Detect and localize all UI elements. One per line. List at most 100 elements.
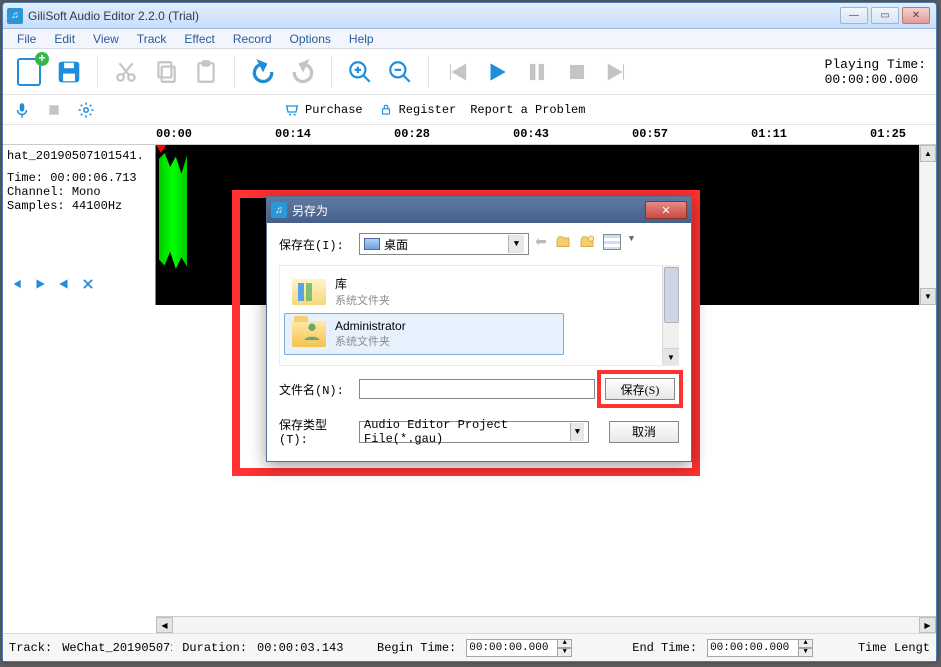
separator xyxy=(234,56,235,88)
menu-file[interactable]: File xyxy=(9,30,44,48)
menu-track[interactable]: Track xyxy=(129,30,175,48)
horizontal-scrollbar[interactable]: ◀ ▶ xyxy=(156,616,936,633)
track-back-button[interactable] xyxy=(55,275,73,293)
track-channel: Channel: Mono xyxy=(7,185,151,199)
save-button[interactable]: 保存(S) xyxy=(605,378,675,400)
cancel-button[interactable]: 取消 xyxy=(609,421,679,443)
ruler-tick: 01:25 xyxy=(870,127,906,141)
app-icon: ♫ xyxy=(7,8,23,24)
register-link[interactable]: Register xyxy=(377,101,457,119)
track-info-panel: hat_20190507101541. Time: 00:00:06.713 C… xyxy=(3,145,156,305)
menu-record[interactable]: Record xyxy=(225,30,280,48)
scroll-up-icon[interactable]: ▲ xyxy=(920,145,936,162)
save-in-select[interactable]: 桌面 ▼ xyxy=(359,233,529,255)
scroll-track[interactable] xyxy=(920,162,936,288)
dialog-title: 另存为 xyxy=(292,202,328,219)
filetype-select[interactable]: Audio Editor Project File(*.gau) ▼ xyxy=(359,421,589,443)
separator xyxy=(331,56,332,88)
playing-time: Playing Time: 00:00:00.000 xyxy=(825,57,926,87)
paste-button[interactable] xyxy=(190,56,222,88)
nav-newfolder-icon[interactable] xyxy=(579,234,595,255)
scroll-thumb[interactable] xyxy=(664,267,679,323)
separator xyxy=(97,56,98,88)
file-list[interactable]: 库 系统文件夹 Administrator 系统文件夹 ▼ xyxy=(279,265,679,366)
pause-button[interactable] xyxy=(521,56,553,88)
end-time-field[interactable] xyxy=(707,639,799,657)
end-time-input[interactable]: ▲▼ xyxy=(707,639,813,657)
library-icon xyxy=(292,279,326,305)
time-ruler[interactable]: 00:00 00:14 00:28 00:43 00:57 01:11 01:2… xyxy=(3,125,936,145)
menubar: File Edit View Track Effect Record Optio… xyxy=(3,29,936,49)
view-chevron-icon[interactable]: ▼ xyxy=(629,234,634,255)
stop-button[interactable] xyxy=(561,56,593,88)
purchase-link[interactable]: Purchase xyxy=(283,101,363,119)
track-delete-button[interactable] xyxy=(79,275,97,293)
status-begin-label: Begin Time: xyxy=(377,641,456,655)
view-mode-icon[interactable] xyxy=(603,234,621,250)
cut-button[interactable] xyxy=(110,56,142,88)
close-button[interactable]: ✕ xyxy=(902,7,930,24)
scroll-down-icon[interactable]: ▼ xyxy=(920,288,936,305)
filename-input[interactable] xyxy=(359,379,595,399)
new-button[interactable] xyxy=(13,56,45,88)
chevron-down-icon[interactable]: ▼ xyxy=(508,235,524,253)
scroll-right-icon[interactable]: ▶ xyxy=(919,617,936,633)
spin-down-icon[interactable]: ▼ xyxy=(798,648,813,657)
menu-effect[interactable]: Effect xyxy=(176,30,222,48)
settings-button[interactable] xyxy=(77,101,95,119)
playing-time-label: Playing Time: xyxy=(825,57,926,72)
menu-edit[interactable]: Edit xyxy=(46,30,83,48)
menu-options[interactable]: Options xyxy=(282,30,339,48)
filetype-value: Audio Editor Project File(*.gau) xyxy=(364,418,566,446)
vertical-scrollbar[interactable]: ▲ ▼ xyxy=(919,145,936,305)
dialog-close-button[interactable]: ✕ xyxy=(645,201,687,219)
scroll-down-icon[interactable]: ▼ xyxy=(663,348,679,365)
minimize-button[interactable]: — xyxy=(840,7,868,24)
zoom-in-button[interactable] xyxy=(344,56,376,88)
nav-back-icon[interactable]: ⬅ xyxy=(535,234,547,255)
secondary-toolbar: Purchase Register Report a Problem xyxy=(3,95,936,125)
track-time: Time: 00:00:06.713 xyxy=(7,171,151,185)
filelist-scrollbar[interactable]: ▼ xyxy=(662,266,679,365)
skip-end-button[interactable] xyxy=(601,56,633,88)
maximize-button[interactable]: ▭ xyxy=(871,7,899,24)
scroll-track[interactable] xyxy=(173,617,919,633)
playhead-marker[interactable] xyxy=(156,145,166,153)
spin-down-icon[interactable]: ▼ xyxy=(557,648,572,657)
item-sub: 系统文件夹 xyxy=(335,333,406,349)
list-item[interactable]: Administrator 系统文件夹 xyxy=(284,313,564,355)
window-title: GiliSoft Audio Editor 2.2.0 (Trial) xyxy=(28,9,840,23)
track-play-button[interactable] xyxy=(31,275,49,293)
save-button-highlight: 保存(S) xyxy=(597,370,683,408)
ruler-tick: 00:00 xyxy=(156,127,192,141)
item-name: 库 xyxy=(335,275,390,292)
play-button[interactable] xyxy=(481,56,513,88)
redo-button[interactable] xyxy=(287,56,319,88)
report-link[interactable]: Report a Problem xyxy=(470,103,585,117)
spin-up-icon[interactable]: ▲ xyxy=(557,639,572,648)
menu-help[interactable]: Help xyxy=(341,30,382,48)
stop-rec-button[interactable] xyxy=(45,101,63,119)
save-as-dialog: ♫ 另存为 ✕ 保存在(I): 桌面 ▼ ⬅ ▼ 库 系统文件夹 xyxy=(266,196,692,462)
undo-button[interactable] xyxy=(247,56,279,88)
scroll-left-icon[interactable]: ◀ xyxy=(156,617,173,633)
mic-button[interactable] xyxy=(13,101,31,119)
copy-button[interactable] xyxy=(150,56,182,88)
status-duration-value: 00:00:03.143 xyxy=(257,641,367,655)
channel-letter: L xyxy=(140,215,147,229)
chevron-down-icon[interactable]: ▼ xyxy=(570,423,584,441)
nav-up-icon[interactable] xyxy=(555,234,571,255)
save-button[interactable] xyxy=(53,56,85,88)
status-track-value: WeChat_20190507101541 xyxy=(62,641,172,655)
separator xyxy=(428,56,429,88)
begin-time-field[interactable] xyxy=(466,639,558,657)
list-item[interactable]: 库 系统文件夹 xyxy=(284,270,675,313)
skip-start-button[interactable] xyxy=(441,56,473,88)
track-prev-button[interactable] xyxy=(7,275,25,293)
menu-view[interactable]: View xyxy=(85,30,127,48)
zoom-out-button[interactable] xyxy=(384,56,416,88)
titlebar: ♫ GiliSoft Audio Editor 2.2.0 (Trial) — … xyxy=(3,3,936,29)
spin-up-icon[interactable]: ▲ xyxy=(798,639,813,648)
begin-time-input[interactable]: ▲▼ xyxy=(466,639,572,657)
status-length-label: Time Lengt xyxy=(858,641,930,655)
